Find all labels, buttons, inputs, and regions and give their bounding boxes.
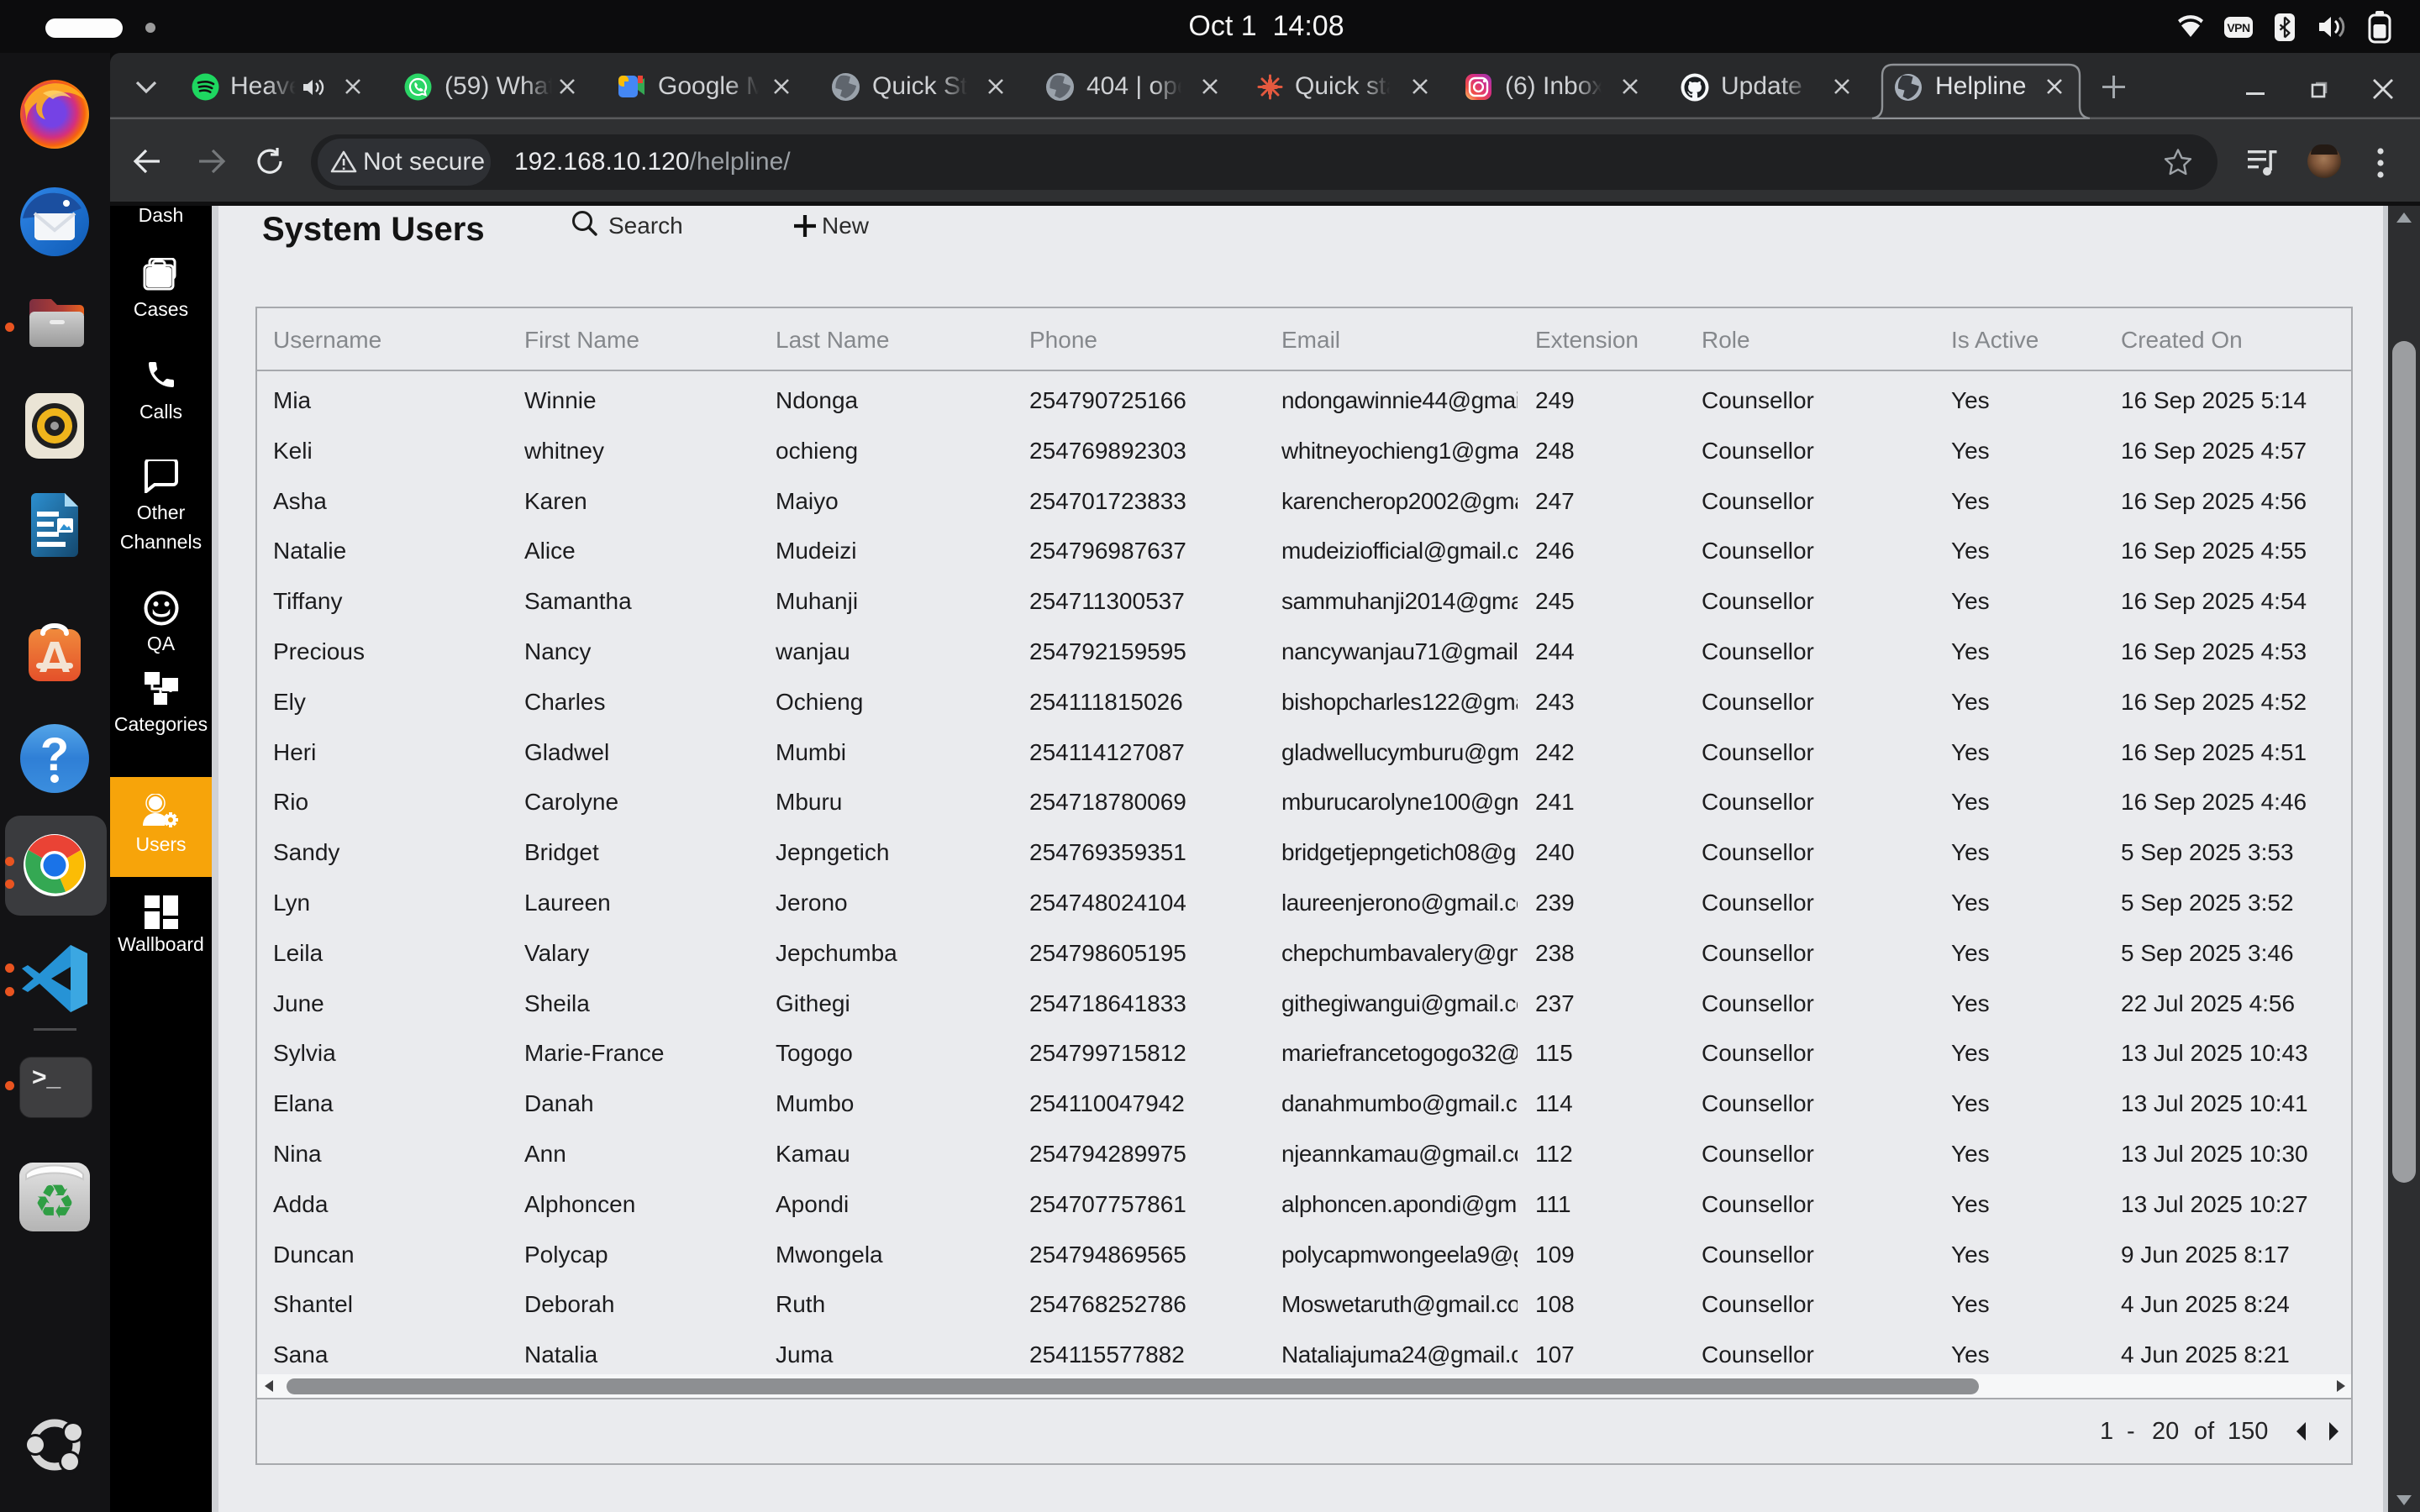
svg-text:♻: ♻	[34, 1175, 76, 1228]
svg-text:?: ?	[40, 727, 69, 780]
